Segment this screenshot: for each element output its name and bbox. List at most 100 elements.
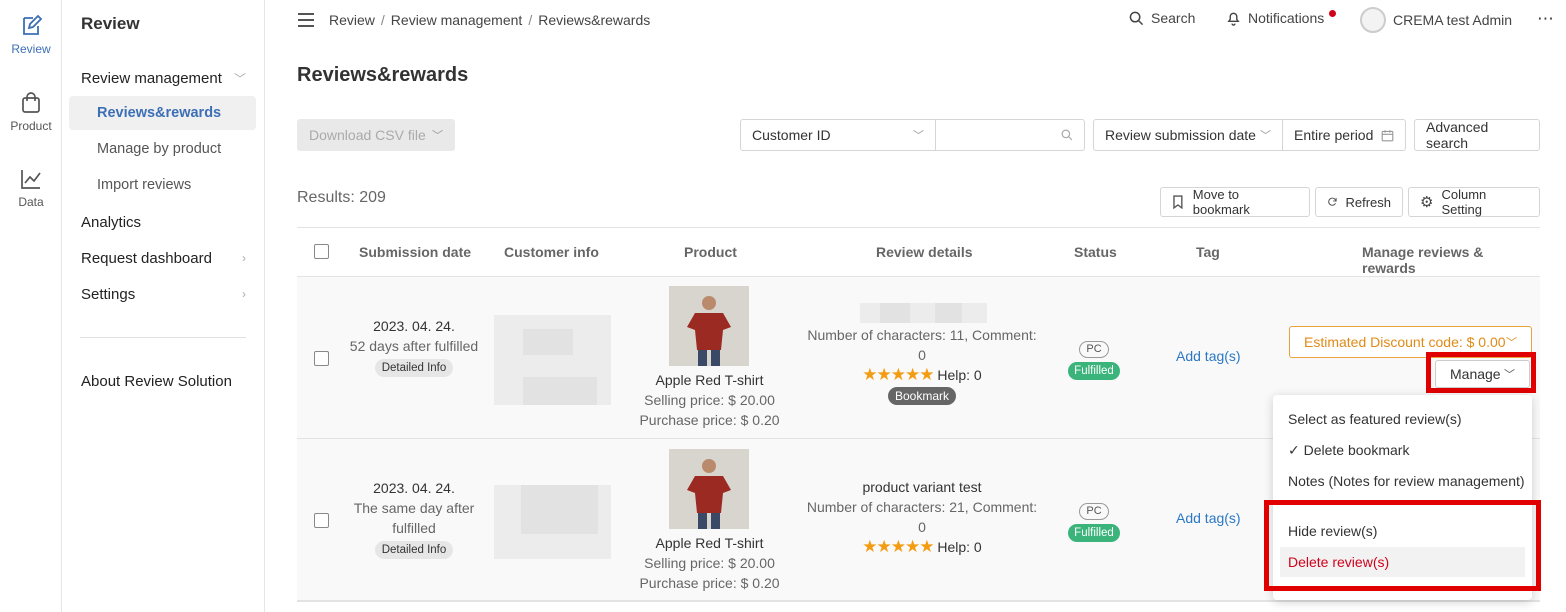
rail-item-data[interactable]: Data [0,167,62,209]
refresh-button[interactable]: Refresh [1315,187,1403,217]
results-count: Results: 209 [297,189,386,206]
date-field-select[interactable]: Review submission date ﹀ [1093,119,1283,151]
sidebar-item-about[interactable]: About Review Solution [81,369,246,393]
sidebar-item-label: Review management [81,69,222,87]
table-row [297,601,1540,612]
detailed-info-chip[interactable]: Detailed Info [374,541,454,559]
detailed-info-chip[interactable]: Detailed Info [374,359,454,377]
sidebar-item-manage-by-product[interactable]: Manage by product [69,132,256,166]
sidebar-item-label: Settings [81,285,136,303]
search-input[interactable] [935,119,1085,151]
menu-item-delete-bookmark[interactable]: ✓ Delete bookmark [1273,435,1532,465]
menu-item-featured[interactable]: Select as featured review(s) [1273,404,1532,434]
submission-date: 2023. 04. 24. [373,318,455,334]
page-title: Reviews&rewards [297,64,469,86]
chevron-down-icon: ﹀ [233,71,246,86]
menu-item-notes[interactable]: Notes (Notes for review management) [1273,466,1532,496]
period-label: Entire period [1294,127,1374,143]
column-header[interactable]: Product [684,244,737,260]
column-setting-button[interactable]: ⚙ Column Setting [1408,187,1540,217]
column-header[interactable]: Customer info [504,244,599,260]
download-csv-button[interactable]: Download CSV file ﹀ [297,119,455,151]
product-image[interactable] [669,449,749,529]
rail-item-review[interactable]: Review [0,14,62,56]
product-name[interactable]: Apple Red T-shirt [627,370,792,390]
status-cell: PC Fulfilled [1054,499,1134,542]
row-checkbox[interactable] [314,351,329,366]
product-image[interactable] [669,286,749,366]
column-header[interactable]: Tag [1196,244,1220,260]
column-header[interactable]: Status [1074,244,1117,260]
column-header[interactable]: Review details [876,244,973,260]
user-menu[interactable]: CREMA test Admin [1360,7,1512,33]
relative-date: The same day after fulfilled [353,500,475,536]
shopping-bag-icon [22,92,40,113]
icon-rail: Review Product Data [0,0,62,612]
product-photo [669,449,749,529]
review-title[interactable]: product variant test [805,477,1039,497]
sidebar-item-label: About Review Solution [81,372,232,390]
more-icon[interactable]: ⋯ [1537,9,1555,29]
sidebar: Review Review management ﹀ Reviews&rewar… [62,0,265,612]
highlight-box [1264,500,1541,591]
rail-item-product[interactable]: Product [0,91,62,133]
sidebar-item-settings[interactable]: Settings › [81,282,246,306]
search-field-label: Customer ID [752,127,831,143]
highlight-box [1426,352,1536,393]
move-to-bookmark-button[interactable]: Move to bookmark [1160,187,1310,217]
move-to-bookmark-label: Move to bookmark [1192,187,1250,217]
platform-badge: PC [1079,341,1109,358]
sidebar-item-label: Analytics [81,213,142,231]
product-cell: Apple Red T-shirt Selling price: $ 20.00… [627,533,792,593]
period-picker[interactable]: Entire period [1282,119,1406,151]
purchase-price: Purchase price: $ 0.20 [639,575,780,591]
breadcrumb-item: Reviews&rewards [538,12,651,28]
status-badge: Fulfilled [1068,362,1120,380]
estimated-reward-label: Estimated Discount code: $ 0.00 [1304,334,1506,350]
notification-dot [1329,10,1336,17]
star-rating: ★★★★★ [862,537,934,556]
submission-date-cell: 2023. 04. 24. The same day after fulfill… [349,478,479,559]
add-tag-link[interactable]: Add tag(s) [1176,510,1241,526]
sidebar-item-import-reviews[interactable]: Import reviews [69,168,256,202]
menu-icon[interactable] [298,13,314,27]
chart-line-icon [21,170,41,189]
search-icon [1061,129,1073,141]
search-label: Search [1151,10,1196,26]
sidebar-item-request-dashboard[interactable]: Request dashboard › [81,246,246,270]
sidebar-divider [80,337,246,338]
chevron-down-icon: ﹀ [913,130,924,142]
add-tag-link[interactable]: Add tag(s) [1176,348,1241,364]
advanced-search-button[interactable]: Advanced search [1414,119,1540,151]
breadcrumb: Review / Review management / Reviews&rewards [329,12,651,28]
review-details-cell: product variant test Number of character… [805,477,1039,557]
row-checkbox[interactable] [314,513,329,528]
select-all-checkbox[interactable] [314,244,329,259]
submission-date-cell: 2023. 04. 24. 52 days after fulfilled De… [349,316,479,377]
search-field-select[interactable]: Customer ID ﹀ [740,119,936,151]
rail-label: Data [18,195,44,209]
rail-label: Product [10,119,52,133]
download-csv-label: Download CSV file [309,127,426,143]
notifications-button[interactable]: Notifications [1226,10,1324,26]
status-cell: PC Fulfilled [1054,337,1134,380]
breadcrumb-item[interactable]: Review management [391,12,523,28]
search-button[interactable]: Search [1129,10,1195,26]
sidebar-item-analytics[interactable]: Analytics [81,210,246,234]
column-header[interactable]: Manage reviews & rewards [1362,244,1540,276]
redaction-block [521,485,598,534]
refresh-label: Refresh [1345,194,1391,210]
column-header[interactable]: Submission date [359,244,471,260]
product-cell: Apple Red T-shirt Selling price: $ 20.00… [627,370,792,430]
platform-badge: PC [1079,503,1109,520]
relative-date: 52 days after fulfilled [349,338,479,354]
sidebar-item-review-management[interactable]: Review management ﹀ [81,66,246,90]
edit-icon [23,14,43,35]
bell-icon [1227,12,1240,26]
sidebar-item-reviews-rewards[interactable]: Reviews&rewards [69,96,256,130]
product-name[interactable]: Apple Red T-shirt [627,533,792,553]
chevron-right-icon: › [242,287,246,301]
calendar-icon [1381,129,1394,141]
help-count: Help: 0 [937,539,982,555]
breadcrumb-item[interactable]: Review [329,12,375,28]
